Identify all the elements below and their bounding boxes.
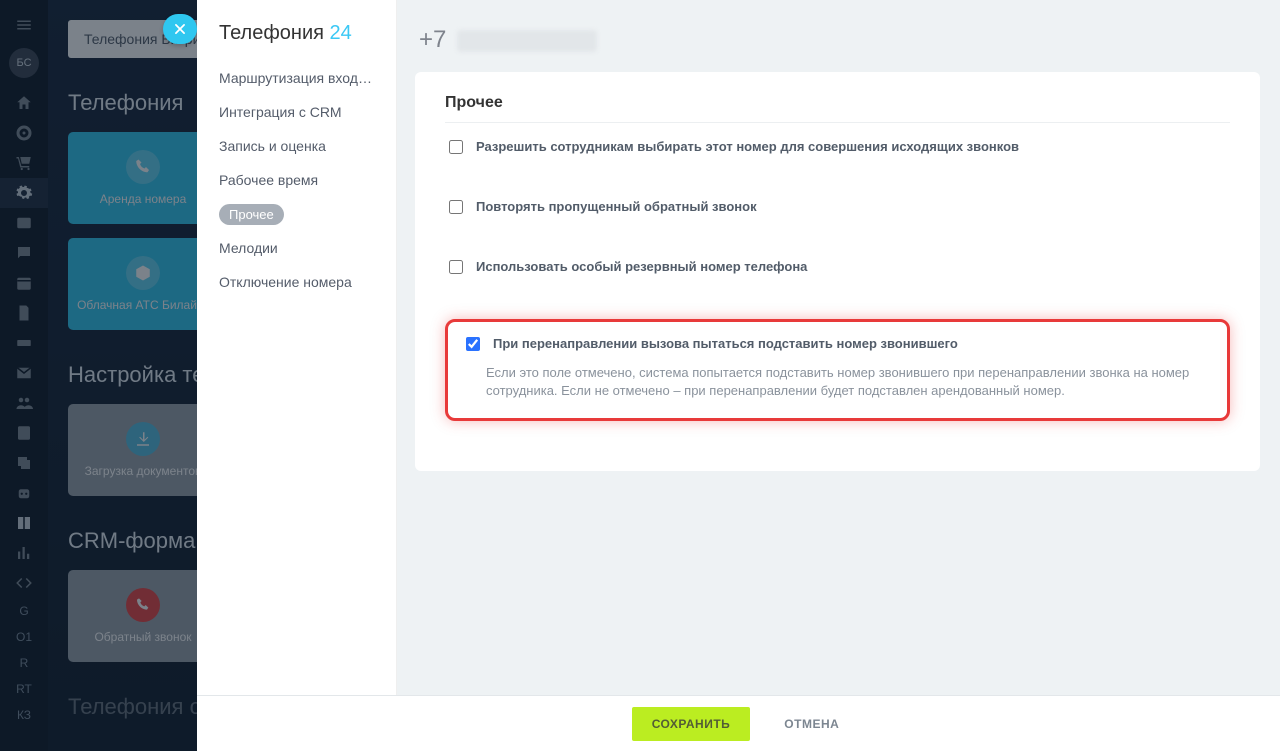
settings-panel: Телефония 24 Маршрутизация входящ… Интег… — [197, 0, 1280, 751]
divider — [445, 122, 1230, 123]
card-title: Прочее — [445, 94, 1230, 112]
nav-routing[interactable]: Маршрутизация входящ… — [197, 61, 396, 95]
phone-number-title: +7 — [419, 26, 1260, 54]
cancel-button[interactable]: ОТМЕНА — [778, 716, 845, 732]
panel-footer: СОХРАНИТЬ ОТМЕНА — [197, 695, 1280, 751]
nav-crm[interactable]: Интеграция с CRM — [197, 95, 396, 129]
nav-recording[interactable]: Запись и оценка — [197, 129, 396, 163]
option-retry-callback: Повторять пропущенный обратный звонок — [445, 199, 1230, 217]
nav-workhours[interactable]: Рабочее время — [197, 163, 396, 197]
nav-disconnect[interactable]: Отключение номера — [197, 265, 396, 299]
checkbox-substitute-caller[interactable] — [466, 337, 480, 351]
option-reserve-number: Использовать особый резервный номер теле… — [445, 259, 1230, 277]
phone-prefix: +7 — [419, 26, 446, 53]
close-icon — [173, 22, 187, 36]
option-substitute-caller: При перенаправлении вызова пытаться подс… — [445, 319, 1230, 421]
nav-other-label: Прочее — [219, 204, 284, 225]
option-allow-outgoing: Разрешить сотрудникам выбирать этот номе… — [445, 139, 1230, 157]
nav-melodies[interactable]: Мелодии — [197, 231, 396, 265]
brand-accent: 24 — [330, 22, 352, 44]
save-button[interactable]: СОХРАНИТЬ — [632, 707, 751, 741]
option-label: Повторять пропущенный обратный звонок — [476, 199, 757, 214]
settings-sidebar: Телефония 24 Маршрутизация входящ… Интег… — [197, 0, 397, 695]
checkbox-reserve-number[interactable] — [449, 260, 463, 274]
close-button[interactable] — [163, 14, 197, 44]
panel-title: Телефония 24 — [197, 22, 396, 61]
settings-content: +7 Прочее Разрешить сотрудникам выбирать… — [397, 0, 1280, 695]
option-label: Использовать особый резервный номер теле… — [476, 259, 807, 274]
other-settings-card: Прочее Разрешить сотрудникам выбирать эт… — [415, 72, 1260, 471]
brand-text: Телефония — [219, 22, 324, 44]
checkbox-allow-outgoing[interactable] — [449, 140, 463, 154]
nav-other[interactable]: Прочее — [197, 197, 396, 231]
checkbox-retry-callback[interactable] — [449, 200, 463, 214]
option-label: Разрешить сотрудникам выбирать этот номе… — [476, 139, 1019, 154]
option-label: При перенаправлении вызова пытаться подс… — [493, 336, 958, 351]
option-description: Если это поле отмечено, система попытает… — [486, 364, 1211, 400]
phone-number-redacted — [457, 30, 597, 52]
